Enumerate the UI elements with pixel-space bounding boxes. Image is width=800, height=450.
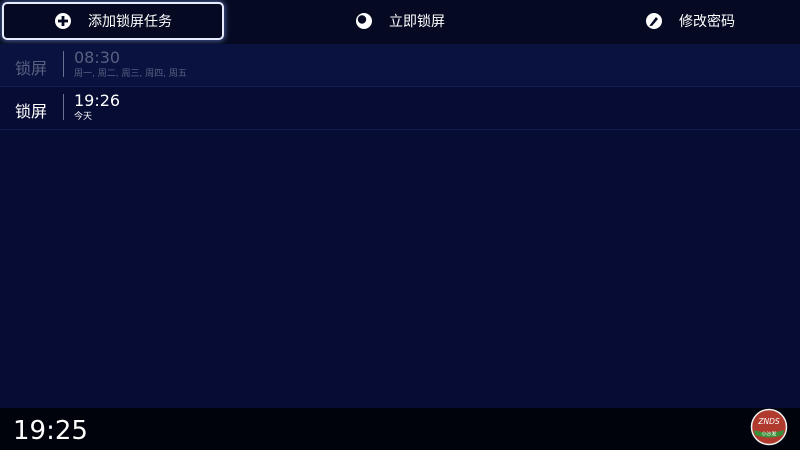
- change-password-button[interactable]: 修改密码: [590, 2, 790, 40]
- task-row[interactable]: 锁屏 08:30 周一, 周二, 周三, 周四, 周五: [0, 44, 800, 87]
- status-bar: 19:25 ZNDS 小沙发: [0, 408, 800, 450]
- half-circle-icon: [355, 12, 373, 30]
- brush-icon: [645, 12, 663, 30]
- task-days: 今天: [74, 112, 93, 122]
- plus-circle-icon: [54, 12, 72, 30]
- add-lock-task-label: 添加锁屏任务: [88, 14, 172, 30]
- lock-screen-settings: 添加锁屏任务 立即锁屏 修改密码 锁屏 08:30 周一, 周二, 周三, 周四…: [0, 0, 800, 450]
- add-lock-task-button[interactable]: 添加锁屏任务: [2, 2, 224, 40]
- lock-task-list: 锁屏 08:30 周一, 周二, 周三, 周四, 周五 锁屏 19:26 今天: [0, 44, 800, 130]
- row-divider: [63, 51, 64, 77]
- task-time: 19:26: [74, 91, 121, 110]
- row-divider: [63, 94, 64, 120]
- current-time: 19:25: [13, 416, 88, 446]
- task-row[interactable]: 锁屏 19:26 今天: [0, 87, 800, 130]
- lock-now-label: 立即锁屏: [389, 14, 445, 30]
- top-toolbar: 添加锁屏任务 立即锁屏 修改密码: [0, 0, 800, 44]
- task-days: 周一, 周二, 周三, 周四, 周五: [74, 69, 187, 79]
- task-type-label: 锁屏: [15, 102, 48, 121]
- logo-text-bottom: 小沙发: [761, 431, 776, 438]
- sofa-badge-logo: ZNDS 小沙发: [750, 408, 788, 446]
- logo-text-top: ZNDS: [757, 417, 780, 426]
- change-password-label: 修改密码: [679, 14, 735, 30]
- lock-now-button[interactable]: 立即锁屏: [300, 2, 500, 40]
- task-time: 08:30: [74, 48, 121, 67]
- task-type-label: 锁屏: [15, 59, 48, 78]
